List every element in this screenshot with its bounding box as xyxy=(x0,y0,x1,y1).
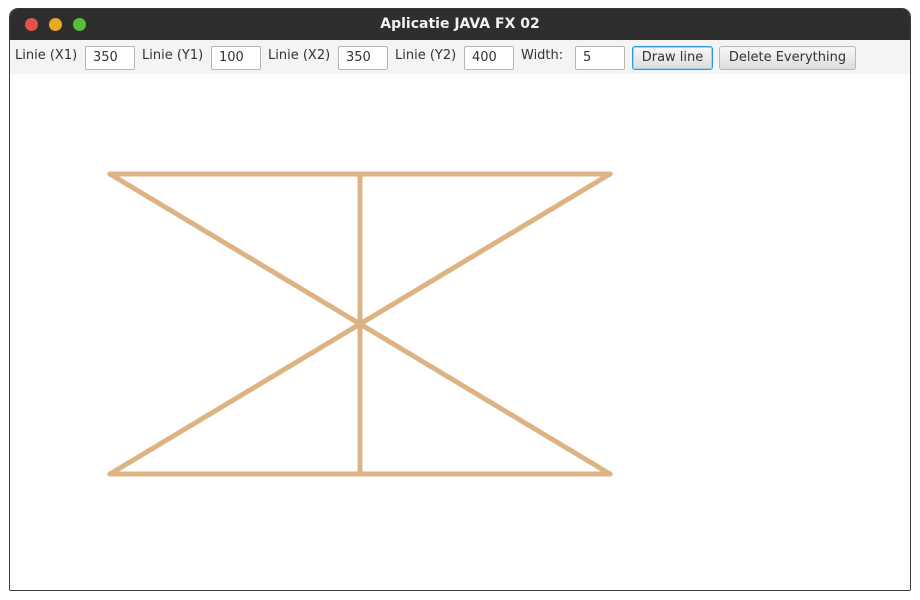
drawing-canvas[interactable] xyxy=(10,74,910,591)
y1-input[interactable]: 100 xyxy=(211,46,261,70)
drawing-surface[interactable] xyxy=(10,74,910,591)
width-label: Width: xyxy=(521,48,564,63)
app-window: Aplicatie JAVA FX 02 Linie (X1) 350 Lini… xyxy=(9,8,911,591)
delete-everything-button[interactable]: Delete Everything xyxy=(719,46,856,70)
x2-label: Linie (X2) xyxy=(268,48,331,63)
x1-label: Linie (X1) xyxy=(15,48,78,63)
title-bar[interactable]: Aplicatie JAVA FX 02 xyxy=(10,9,910,40)
y2-input[interactable]: 400 xyxy=(464,46,514,70)
draw-line-button[interactable]: Draw line xyxy=(632,46,713,70)
window-title: Aplicatie JAVA FX 02 xyxy=(380,16,540,32)
toolbar: Linie (X1) 350 Linie (Y1) 100 Linie (X2)… xyxy=(10,40,910,74)
width-input[interactable]: 5 xyxy=(575,46,625,70)
x2-input[interactable]: 350 xyxy=(338,46,388,70)
x1-input[interactable]: 350 xyxy=(85,46,135,70)
y1-label: Linie (Y1) xyxy=(142,48,204,63)
y2-label: Linie (Y2) xyxy=(395,48,457,63)
